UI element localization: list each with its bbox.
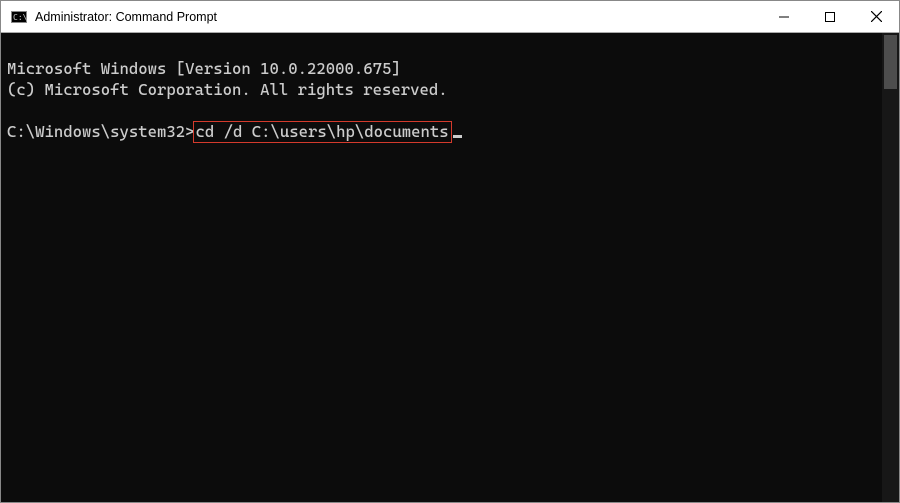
- window-controls: [761, 1, 899, 32]
- version-line: Microsoft Windows [Version 10.0.22000.67…: [7, 59, 401, 78]
- prompt-path: C:\Windows\system32>: [7, 122, 195, 141]
- minimize-button[interactable]: [761, 1, 807, 32]
- terminal-output[interactable]: Microsoft Windows [Version 10.0.22000.67…: [1, 33, 899, 502]
- command-prompt-window: C:\ Administrator: Command Prompt Micros…: [0, 0, 900, 503]
- scrollbar-thumb[interactable]: [884, 35, 897, 89]
- close-button[interactable]: [853, 1, 899, 32]
- scrollbar-track[interactable]: [882, 33, 899, 502]
- maximize-button[interactable]: [807, 1, 853, 32]
- prompt-line: C:\Windows\system32>cd /d C:\users\hp\do…: [7, 122, 462, 141]
- window-title: Administrator: Command Prompt: [35, 10, 217, 24]
- command-highlight: cd /d C:\users\hp\documents: [193, 121, 452, 143]
- text-cursor: [453, 135, 462, 138]
- command-prompt-icon: C:\: [11, 9, 27, 25]
- copyright-line: (c) Microsoft Corporation. All rights re…: [7, 80, 448, 99]
- typed-command: cd /d C:\users\hp\documents: [196, 122, 449, 141]
- svg-text:C:\: C:\: [13, 13, 27, 22]
- titlebar[interactable]: C:\ Administrator: Command Prompt: [1, 1, 899, 33]
